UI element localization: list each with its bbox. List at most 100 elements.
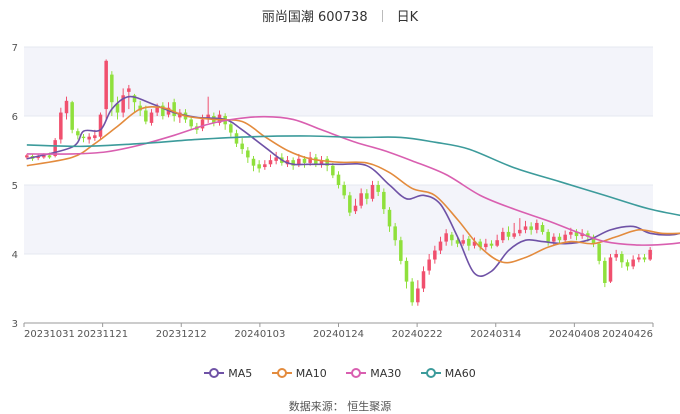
candle-body [603, 260, 607, 283]
x-tick-label: 20231212 [156, 329, 207, 340]
candle-body [450, 234, 454, 241]
candle-body [563, 234, 567, 241]
x-tick-label: 20231031 [24, 329, 75, 340]
candle-body [149, 112, 154, 123]
legend-label: MA60 [444, 367, 476, 380]
candle [274, 151, 278, 165]
y-tick-label: 4 [12, 250, 18, 261]
y-tick-label: 5 [12, 181, 18, 192]
candle [370, 180, 375, 202]
candle-body [557, 236, 562, 241]
candle-body [172, 102, 176, 116]
x-tick-label: 20240314 [470, 329, 521, 340]
candle [404, 257, 409, 289]
candle-body [433, 250, 437, 260]
candle-body [25, 155, 29, 158]
candle [642, 254, 647, 263]
candlestick-chart: 34567 20231031 20231121 20231212 20240103 20… [12, 43, 680, 340]
x-tick-label: 20240103 [234, 329, 285, 340]
candle [319, 156, 324, 168]
candle-body [47, 155, 52, 158]
candle [98, 112, 103, 140]
candle-body [637, 257, 641, 260]
candle-body [467, 238, 471, 246]
candle-body [127, 88, 131, 92]
y-tick-label: 6 [12, 112, 18, 123]
legend-item-ma5[interactable]: MA5 [204, 367, 252, 380]
candle-body [257, 164, 261, 169]
x-tick-label: 20240408 [549, 329, 600, 340]
candle-body [104, 60, 108, 110]
candle-body [144, 110, 148, 122]
candle [631, 255, 635, 270]
candle-body [642, 257, 647, 260]
candle-body [331, 165, 335, 176]
candle-body [64, 100, 69, 114]
x-tick-label: 20240222 [392, 329, 443, 340]
candle [229, 121, 233, 137]
y-tick-label: 3 [12, 319, 18, 330]
candle [81, 133, 86, 143]
candle-body [87, 136, 91, 140]
candle-body [234, 133, 239, 144]
legend-circle [276, 368, 287, 378]
candle-body [110, 74, 114, 103]
candle-body [229, 124, 233, 133]
legend-item-ma60[interactable]: MA60 [420, 367, 476, 380]
candle-body [597, 243, 601, 261]
candle-body [302, 158, 307, 163]
candle-body [421, 271, 426, 289]
candle-body [263, 164, 267, 168]
x-axis-labels: 20231031 20231121 20231212 20240103 20240124… [23, 323, 654, 340]
candle-body [608, 257, 613, 282]
candle-body [353, 205, 358, 212]
y-axis-labels: 3 4 5 6 7 [12, 43, 18, 330]
candle-body [393, 226, 397, 241]
candle-body [438, 241, 443, 251]
candle-body [297, 158, 301, 165]
candle-body [155, 107, 159, 113]
candle-body [523, 226, 528, 230]
legend-label: MA30 [370, 367, 402, 380]
candle [268, 154, 273, 168]
candle-body [365, 193, 369, 199]
candle-body [506, 231, 511, 237]
legend-item-ma30[interactable]: MA30 [346, 367, 401, 380]
candle-body [376, 185, 380, 192]
candle-body [427, 259, 431, 271]
legend: MA5 MA10 MA30 MA60 [0, 367, 680, 380]
candle [348, 191, 352, 217]
legend-label: MA5 [228, 367, 253, 380]
candle-body [614, 254, 618, 258]
legend-marker [204, 368, 225, 378]
candle-body [631, 259, 635, 267]
candle-body [620, 254, 624, 263]
legend-item-ma10[interactable]: MA10 [271, 367, 327, 380]
candle-body [359, 193, 363, 206]
candle-body [404, 260, 409, 282]
candle-body [251, 158, 256, 166]
candle [416, 280, 420, 306]
candle-body [495, 240, 499, 246]
candle [234, 129, 239, 148]
candle-body [348, 195, 352, 213]
candle [251, 156, 256, 172]
candle [331, 162, 335, 179]
candle [189, 116, 193, 130]
data-source: 数据来源： 恒生聚源 [288, 400, 392, 413]
candle-body [625, 262, 630, 267]
candle-body [370, 185, 375, 199]
candle-body [70, 102, 74, 130]
candle-body [540, 225, 545, 232]
candle-body [342, 185, 346, 196]
candle [240, 138, 244, 154]
candle-body [274, 157, 278, 161]
candle-body [76, 131, 80, 136]
candle [603, 257, 607, 288]
candle [263, 160, 267, 170]
candle-body [518, 229, 522, 234]
candle-body [399, 240, 403, 261]
candle [637, 254, 641, 263]
candle-body [535, 222, 539, 230]
candle-body [569, 231, 573, 235]
